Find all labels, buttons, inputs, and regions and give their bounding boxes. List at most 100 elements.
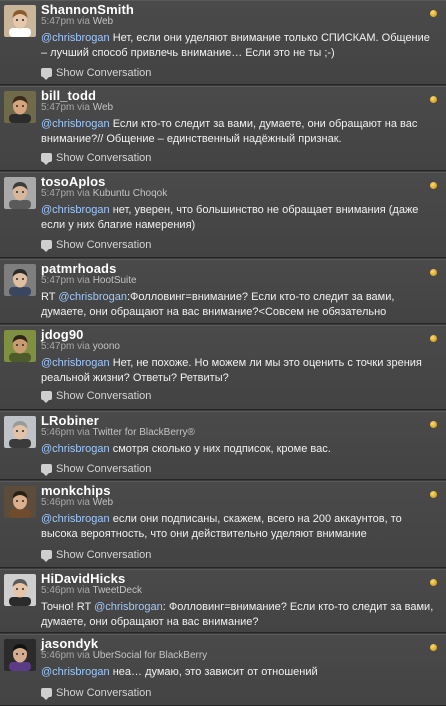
mention-link[interactable]: @chrisbrogan	[41, 357, 110, 369]
tweet-meta: 5:47pm via Web	[41, 102, 113, 113]
tweet-row: patmrhoads 5:47pm via HootSuite RT @chrisb…	[0, 259, 446, 324]
mention-link[interactable]: @chrisbrogan	[41, 666, 110, 678]
username-link[interactable]: jdog90	[41, 327, 84, 342]
speech-bubble-icon	[41, 550, 52, 562]
tweet-text: RT @chrisbrogan:Фолловинг=внимание? Если…	[41, 290, 436, 320]
tweet-meta: 5:47pm via HootSuite	[41, 275, 137, 286]
tweet-time[interactable]: 5:46pm via	[41, 585, 93, 596]
mention-link[interactable]: @chrisbrogan	[41, 204, 110, 216]
tweet-row: bill_todd 5:47pm via Web @chrisbrogan Если…	[0, 86, 446, 171]
speech-bubble-icon	[41, 391, 52, 403]
show-conversation-label: Show Conversation	[56, 390, 152, 402]
tweet-meta: 5:47pm via Web	[41, 16, 113, 27]
avatar[interactable]	[4, 177, 36, 209]
speech-bubble-icon	[41, 68, 52, 80]
tweet-text: @chrisbrogan Нет, если они уделяют внима…	[41, 31, 436, 61]
unread-dot-icon	[430, 96, 437, 103]
tweet-text-segment: RT	[41, 291, 59, 303]
show-conversation-label: Show Conversation	[56, 549, 152, 561]
username-link[interactable]: HiDavidHicks	[41, 571, 125, 586]
mention-link[interactable]: @chrisbrogan	[41, 32, 110, 44]
tweet-source[interactable]: UberSocial for BlackBerry	[93, 650, 207, 661]
show-conversation-button[interactable]: Show Conversation	[41, 463, 152, 476]
tweet-source[interactable]: TweetDeck	[93, 585, 142, 596]
mention-link[interactable]: @chrisbrogan	[41, 443, 110, 455]
tweet-meta: 5:46pm via Twitter for BlackBerry®	[41, 427, 195, 438]
mention-link[interactable]: @chrisbrogan	[41, 118, 110, 130]
tweet-meta: 5:47pm via Kubuntu Choqok	[41, 188, 167, 199]
tweet-source[interactable]: Kubuntu Choqok	[93, 188, 168, 199]
avatar[interactable]	[4, 264, 36, 296]
tweet-text: @chrisbrogan если они подписаны, скажем,…	[41, 512, 436, 542]
unread-dot-icon	[430, 579, 437, 586]
tweet-text-segment: смотря сколько у них подписок, кроме вас…	[109, 443, 331, 455]
tweet-time[interactable]: 5:47pm via	[41, 102, 93, 113]
speech-bubble-icon	[41, 464, 52, 476]
avatar[interactable]	[4, 416, 36, 448]
speech-bubble-icon	[41, 153, 52, 165]
avatar[interactable]	[4, 574, 36, 606]
tweet-time[interactable]: 5:47pm via	[41, 341, 93, 352]
avatar[interactable]	[4, 330, 36, 362]
avatar[interactable]	[4, 639, 36, 671]
tweet-text: @chrisbrogan неа… думаю, это зависит от …	[41, 665, 436, 680]
tweet-text: @chrisbrogan Если кто-то следит за вами,…	[41, 117, 436, 147]
show-conversation-button[interactable]: Show Conversation	[41, 239, 152, 252]
tweet-time[interactable]: 5:46pm via	[41, 650, 93, 661]
tweet-meta: 5:46pm via Web	[41, 497, 113, 508]
username-link[interactable]: monkchips	[41, 483, 111, 498]
username-link[interactable]: jasondyk	[41, 636, 98, 651]
avatar[interactable]	[4, 91, 36, 123]
unread-dot-icon	[430, 491, 437, 498]
tweet-row: ShannonSmith 5:47pm via Web @chrisbrogan Н…	[0, 0, 446, 85]
tweet-text: @chrisbrogan смотря сколько у них подпис…	[41, 442, 436, 457]
tweet-text: @chrisbrogan Нет, не похоже. Но можем ли…	[41, 356, 436, 386]
show-conversation-label: Show Conversation	[56, 239, 152, 251]
tweet-source[interactable]: Twitter for BlackBerry®	[93, 427, 195, 438]
tweet-row: LRobiner 5:46pm via Twitter for BlackBerr…	[0, 411, 446, 480]
show-conversation-label: Show Conversation	[56, 463, 152, 475]
tweet-row: jasondyk 5:46pm via UberSocial for BlackB…	[0, 634, 446, 706]
mention-link[interactable]: @chrisbrogan	[94, 601, 163, 613]
tweet-row: tosoAplos 5:47pm via Kubuntu Choqok @chris…	[0, 172, 446, 258]
tweet-time[interactable]: 5:47pm via	[41, 188, 93, 199]
username-link[interactable]: LRobiner	[41, 413, 99, 428]
tweet-text-segment: Точно! RT	[41, 601, 95, 613]
tweet-time[interactable]: 5:47pm via	[41, 16, 93, 27]
tweet-meta: 5:46pm via UberSocial for BlackBerry	[41, 650, 207, 661]
tweet-timeline: ShannonSmith 5:47pm via Web @chrisbrogan Н…	[0, 0, 446, 706]
unread-dot-icon	[430, 182, 437, 189]
tweet-source[interactable]: HootSuite	[93, 275, 137, 286]
username-link[interactable]: patmrhoads	[41, 261, 116, 276]
tweet-time[interactable]: 5:47pm via	[41, 275, 93, 286]
avatar[interactable]	[4, 5, 36, 37]
show-conversation-button[interactable]: Show Conversation	[41, 390, 152, 403]
speech-bubble-icon	[41, 240, 52, 252]
show-conversation-label: Show Conversation	[56, 152, 152, 164]
show-conversation-label: Show Conversation	[56, 67, 152, 79]
tweet-source[interactable]: Web	[93, 16, 113, 27]
unread-dot-icon	[430, 10, 437, 17]
tweet-source[interactable]: Web	[93, 102, 113, 113]
show-conversation-button[interactable]: Show Conversation	[41, 67, 152, 80]
tweet-meta: 5:47pm via yoono	[41, 341, 120, 352]
username-link[interactable]: ShannonSmith	[41, 2, 134, 17]
mention-link[interactable]: @chrisbrogan	[41, 513, 110, 525]
mention-link[interactable]: @chrisbrogan	[58, 291, 127, 303]
tweet-source[interactable]: Web	[93, 497, 113, 508]
show-conversation-button[interactable]: Show Conversation	[41, 152, 152, 165]
avatar[interactable]	[4, 486, 36, 518]
username-link[interactable]: bill_todd	[41, 88, 96, 103]
tweet-row: jdog90 5:47pm via yoono @chrisbrogan Нет, …	[0, 325, 446, 410]
speech-bubble-icon	[41, 688, 52, 700]
show-conversation-button[interactable]: Show Conversation	[41, 687, 152, 700]
show-conversation-label: Show Conversation	[56, 687, 152, 699]
tweet-row: HiDavidHicks 5:46pm via TweetDeck Точно! R…	[0, 569, 446, 633]
tweet-source[interactable]: yoono	[93, 341, 120, 352]
tweet-row: monkchips 5:46pm via Web @chrisbrogan если…	[0, 481, 446, 568]
tweet-time[interactable]: 5:46pm via	[41, 427, 93, 438]
username-link[interactable]: tosoAplos	[41, 174, 105, 189]
tweet-text: @chrisbrogan нет, уверен, что большинств…	[41, 203, 436, 233]
tweet-time[interactable]: 5:46pm via	[41, 497, 93, 508]
show-conversation-button[interactable]: Show Conversation	[41, 549, 152, 562]
